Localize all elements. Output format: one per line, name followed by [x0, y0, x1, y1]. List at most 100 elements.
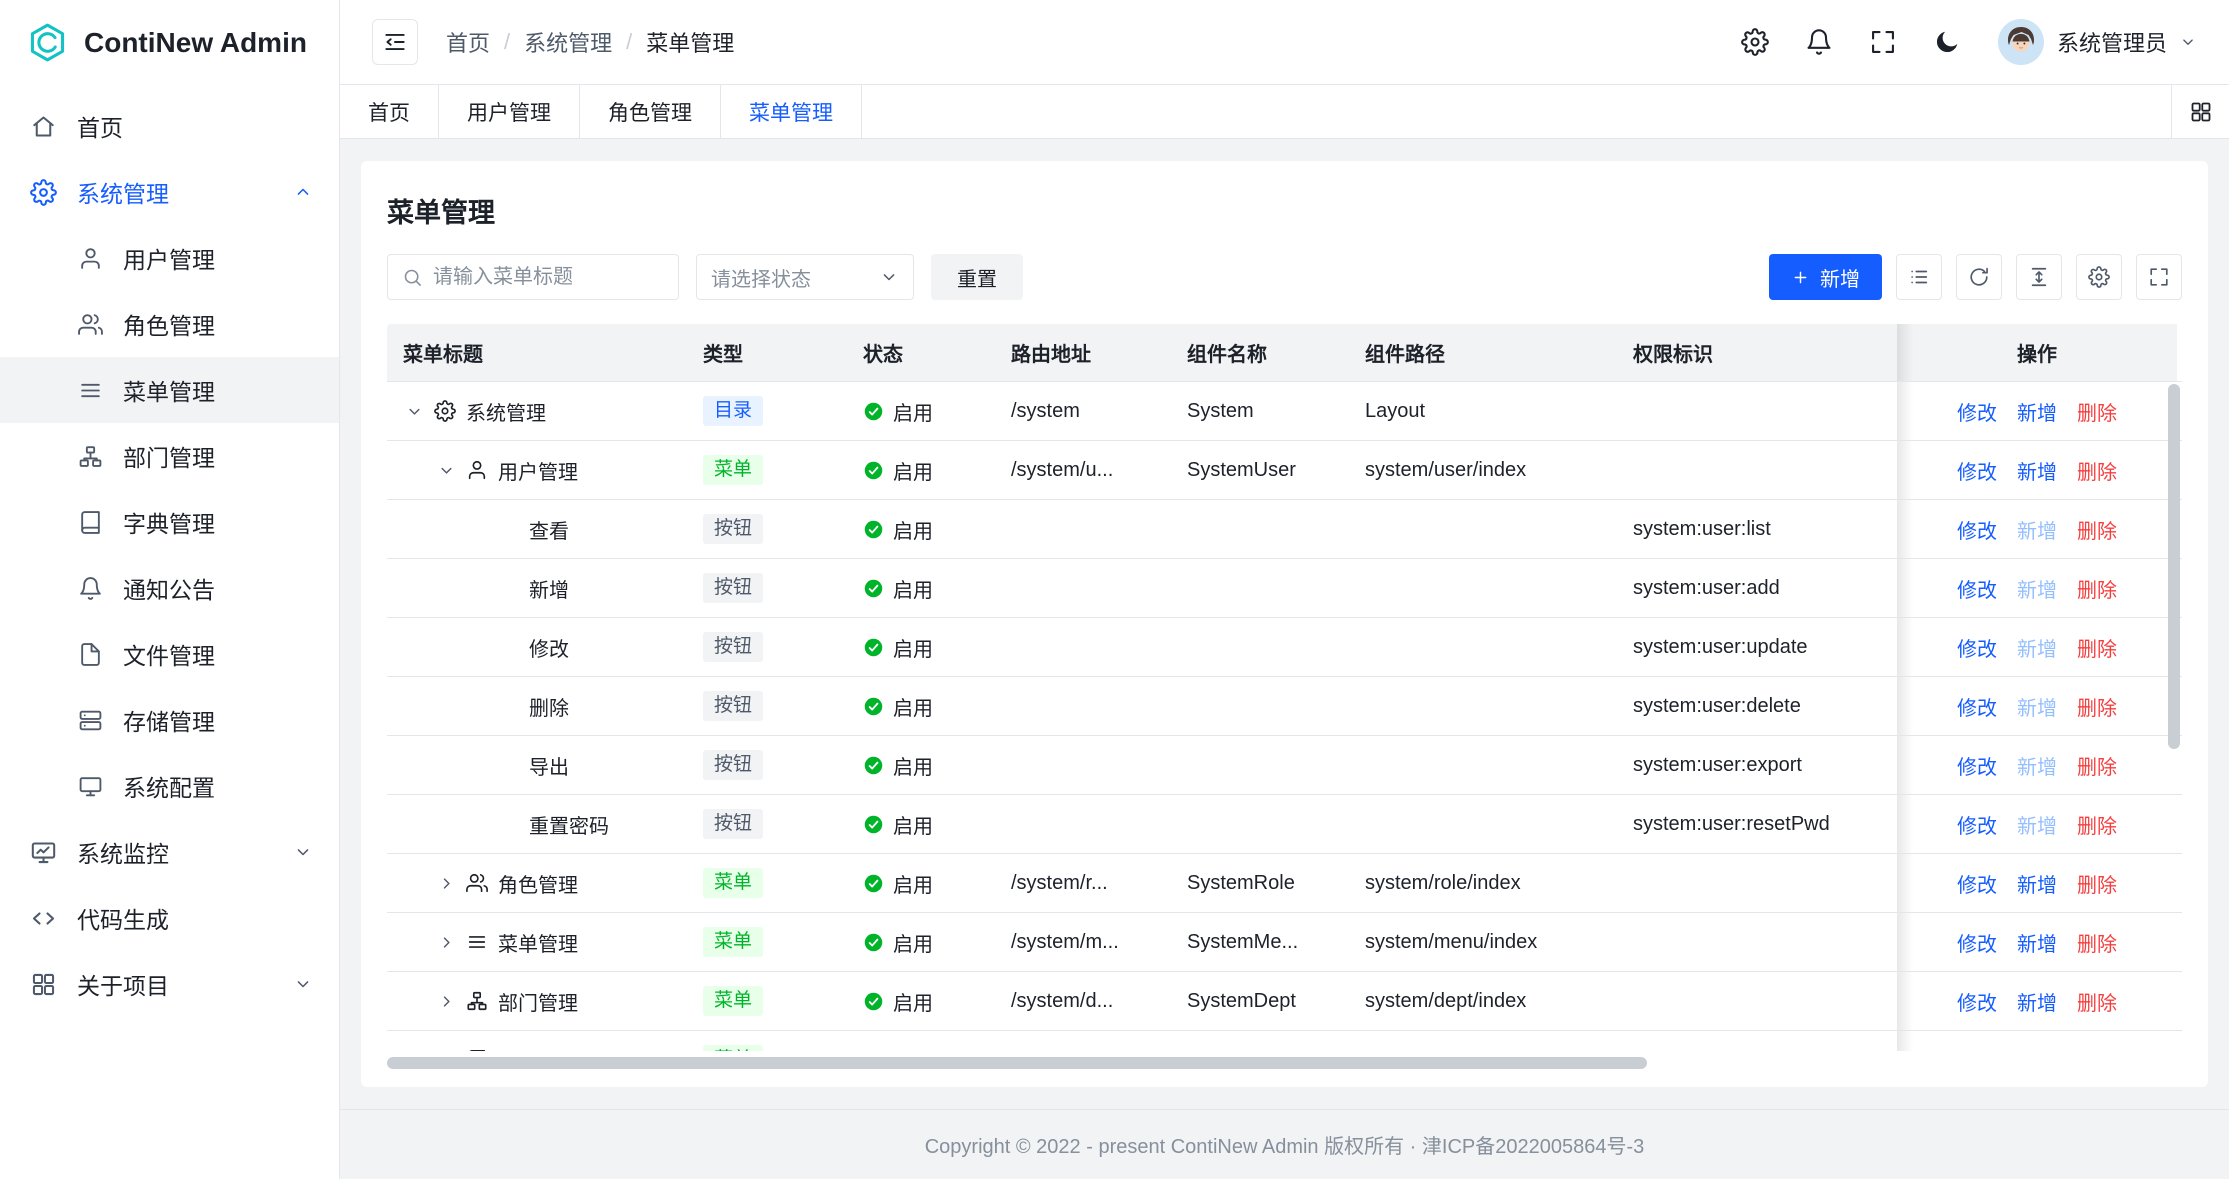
refresh-button[interactable]	[1956, 254, 2002, 300]
tab-menu-management[interactable]: 菜单管理	[721, 85, 862, 138]
ops-cell: 修改新增删除	[1897, 795, 2177, 853]
menu-title: 重置密码	[529, 810, 609, 839]
sidebar-item-home[interactable]: 首页	[0, 93, 339, 159]
delete-link[interactable]: 删除	[2077, 987, 2117, 1016]
delete-link[interactable]: 删除	[2077, 397, 2117, 426]
notifications-bell-icon[interactable]	[1805, 28, 1833, 56]
ops-cell: 修改新增删除	[1897, 854, 2177, 912]
add-link[interactable]: 新增	[2017, 633, 2057, 662]
edit-link[interactable]: 修改	[1957, 987, 1997, 1016]
add-link[interactable]: 新增	[2017, 928, 2057, 957]
add-link[interactable]: 新增	[2017, 692, 2057, 721]
list-view-button[interactable]	[1896, 254, 1942, 300]
expand-toggle-icon[interactable]	[437, 1051, 456, 1052]
sidebar-item-system-config[interactable]: 系统配置	[0, 753, 339, 819]
sidebar-item-code-generation[interactable]: 代码生成	[0, 885, 339, 951]
user-icon	[466, 459, 488, 481]
sidebar-item-system-monitor[interactable]: 系统监控	[0, 819, 339, 885]
sidebar-item-notice[interactable]: 通知公告	[0, 555, 339, 621]
edit-link[interactable]: 修改	[1957, 574, 1997, 603]
ops-cell: 修改新增删除	[1897, 972, 2177, 1030]
edit-link[interactable]: 修改	[1957, 397, 1997, 426]
sidebar-item-dept-management[interactable]: 部门管理	[0, 423, 339, 489]
expand-toggle-icon[interactable]	[437, 461, 456, 480]
edit-link[interactable]: 修改	[1957, 1046, 1997, 1052]
row-height-button[interactable]	[2016, 254, 2062, 300]
edit-link[interactable]: 修改	[1957, 692, 1997, 721]
add-link[interactable]: 新增	[2017, 869, 2057, 898]
sidebar-item-menu-management[interactable]: 菜单管理	[0, 357, 339, 423]
delete-link[interactable]: 删除	[2077, 515, 2117, 544]
breadcrumb-item[interactable]: 首页	[446, 26, 490, 58]
sidebar-item-about-project[interactable]: 关于项目	[0, 951, 339, 1017]
check-circle-icon	[863, 814, 884, 835]
type-cell: 菜单	[687, 927, 847, 957]
menu-title: 角色管理	[498, 869, 578, 898]
delete-link[interactable]: 删除	[2077, 574, 2117, 603]
status-text: 启用	[893, 1046, 933, 1052]
tab-options-button[interactable]	[2171, 85, 2229, 138]
sidebar-item-file-management[interactable]: 文件管理	[0, 621, 339, 687]
component-path-cell: system/role/index	[1349, 872, 1617, 895]
delete-link[interactable]: 删除	[2077, 810, 2117, 839]
delete-link[interactable]: 删除	[2077, 633, 2117, 662]
vertical-scrollbar[interactable]	[2168, 384, 2180, 749]
expand-toggle-icon[interactable]	[437, 933, 456, 952]
breadcrumb-item[interactable]: 菜单管理	[646, 26, 734, 58]
delete-link[interactable]: 删除	[2077, 692, 2117, 721]
column-settings-button[interactable]	[2076, 254, 2122, 300]
breadcrumb-item[interactable]: 系统管理	[524, 26, 612, 58]
delete-link[interactable]: 删除	[2077, 751, 2117, 780]
add-link[interactable]: 新增	[2017, 751, 2057, 780]
expand-toggle-icon[interactable]	[405, 402, 424, 421]
sidebar-collapse-button[interactable]	[372, 19, 418, 65]
type-cell: 按钮	[687, 750, 847, 780]
add-link[interactable]: 新增	[2017, 1046, 2057, 1052]
status-text: 启用	[893, 633, 933, 662]
delete-link[interactable]: 删除	[2077, 869, 2117, 898]
add-link[interactable]: 新增	[2017, 574, 2057, 603]
add-link[interactable]: 新增	[2017, 456, 2057, 485]
fullscreen-icon[interactable]	[1869, 28, 1897, 56]
edit-link[interactable]: 修改	[1957, 928, 1997, 957]
sidebar-item-role-management[interactable]: 角色管理	[0, 291, 339, 357]
expand-toggle-icon[interactable]	[437, 992, 456, 1011]
edit-link[interactable]: 修改	[1957, 456, 1997, 485]
add-link[interactable]: 新增	[2017, 515, 2057, 544]
search-input[interactable]	[433, 266, 664, 289]
delete-link[interactable]: 删除	[2077, 456, 2117, 485]
add-link[interactable]: 新增	[2017, 397, 2057, 426]
delete-link[interactable]: 删除	[2077, 928, 2117, 957]
delete-link[interactable]: 删除	[2077, 1046, 2117, 1052]
sidebar-item-storage-management[interactable]: 存储管理	[0, 687, 339, 753]
type-tag: 按钮	[703, 750, 763, 780]
gear-icon	[2088, 266, 2110, 288]
copyright-text: Copyright © 2022 - present ContiNew Admi…	[925, 1130, 1645, 1159]
settings-icon[interactable]	[1741, 28, 1769, 56]
sidebar-item-user-management[interactable]: 用户管理	[0, 225, 339, 291]
status-text: 启用	[893, 397, 933, 426]
check-circle-icon	[863, 519, 884, 540]
expand-toggle-icon[interactable]	[437, 874, 456, 893]
table-fullscreen-button[interactable]	[2136, 254, 2182, 300]
tab-role-management[interactable]: 角色管理	[580, 85, 721, 138]
edit-link[interactable]: 修改	[1957, 633, 1997, 662]
status-select[interactable]: 请选择状态	[696, 254, 914, 300]
tab-user-management[interactable]: 用户管理	[439, 85, 580, 138]
edit-link[interactable]: 修改	[1957, 751, 1997, 780]
edit-link[interactable]: 修改	[1957, 515, 1997, 544]
add-link[interactable]: 新增	[2017, 987, 2057, 1016]
tab-home[interactable]: 首页	[340, 85, 439, 138]
page-title: 菜单管理	[387, 191, 2182, 230]
reset-button[interactable]: 重置	[931, 254, 1023, 300]
horizontal-scrollbar[interactable]	[387, 1057, 1647, 1069]
sidebar-item-system-management[interactable]: 系统管理	[0, 159, 339, 225]
add-button[interactable]: 新增	[1769, 254, 1882, 300]
topbar: 首页/系统管理/菜单管理 系统管理员	[340, 0, 2229, 85]
edit-link[interactable]: 修改	[1957, 869, 1997, 898]
user-menu[interactable]: 系统管理员	[1997, 18, 2197, 66]
dark-mode-moon-icon[interactable]	[1933, 28, 1961, 56]
edit-link[interactable]: 修改	[1957, 810, 1997, 839]
sidebar-item-dict-management[interactable]: 字典管理	[0, 489, 339, 555]
add-link[interactable]: 新增	[2017, 810, 2057, 839]
